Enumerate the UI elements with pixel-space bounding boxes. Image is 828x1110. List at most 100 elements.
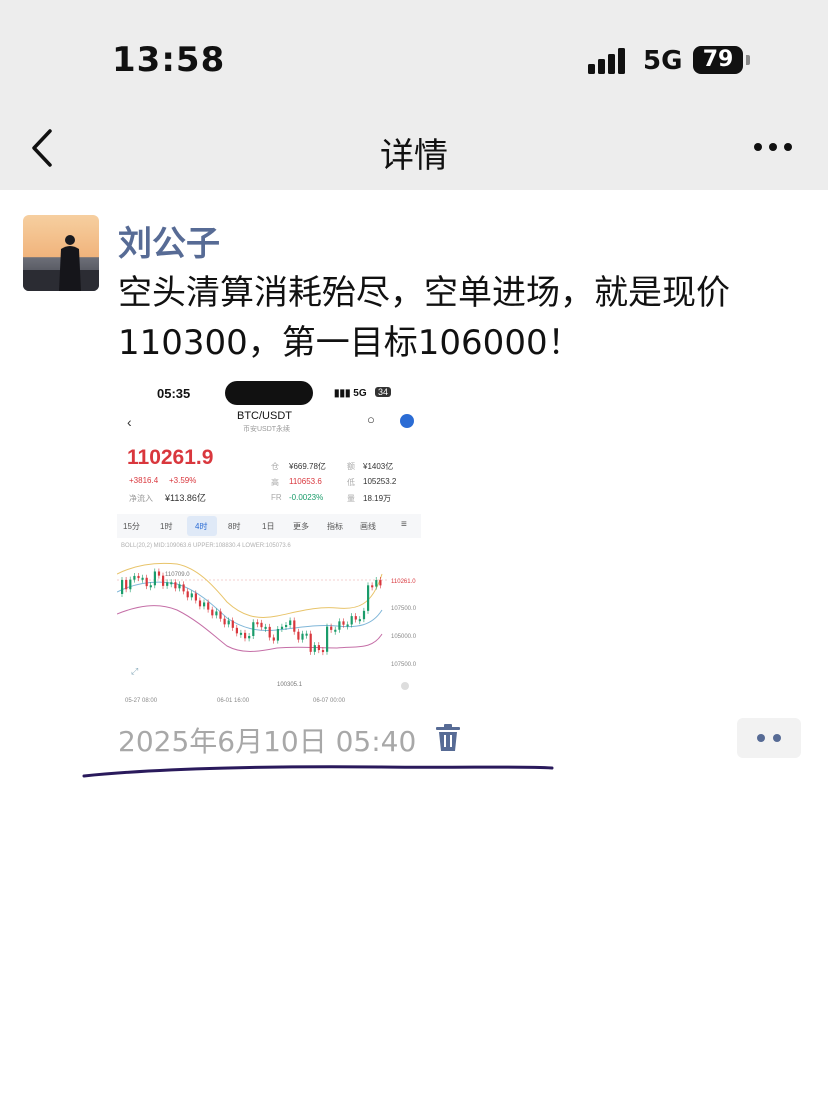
- candle-body: [174, 582, 177, 589]
- candle-body: [326, 626, 329, 652]
- candle-body: [190, 593, 193, 598]
- embedded-tab: 15分: [123, 522, 140, 531]
- candle-body: [194, 593, 197, 601]
- embedded-stat-label: 量: [347, 494, 355, 503]
- embedded-tab: 指标: [327, 522, 343, 531]
- embedded-change-pct: +3.59%: [169, 476, 197, 485]
- embedded-stat-value: 105253.2: [363, 477, 397, 486]
- candle-body: [272, 637, 275, 641]
- candle-body: [350, 616, 353, 625]
- battery-icon: 79: [693, 46, 743, 74]
- embedded-dynamic-island: [225, 381, 313, 405]
- candle-body: [186, 591, 189, 598]
- candle-body: [268, 626, 271, 638]
- candle-body: [280, 626, 284, 629]
- embedded-tab: 更多: [293, 522, 309, 531]
- embedded-expand-icon: ⤢: [130, 666, 138, 676]
- embedded-stat-value: -0.0023%: [289, 493, 324, 502]
- comment-more-button[interactable]: [737, 718, 801, 758]
- candle-body: [178, 584, 181, 589]
- avatar[interactable]: [23, 215, 99, 291]
- candle-body: [157, 571, 161, 576]
- candle-body: [264, 626, 267, 629]
- candle-body: [235, 627, 238, 634]
- candle-body: [260, 622, 263, 628]
- candle-body: [211, 609, 214, 616]
- candle-body: [149, 585, 152, 588]
- post-image[interactable]: 05:35 ▮▮▮ 5G 34 ‹ BTC/USDT 币安USDT永续 ○ 11…: [117, 376, 421, 708]
- embedded-time: 05:35: [157, 386, 191, 401]
- embedded-back-icon: ‹: [127, 414, 132, 430]
- candle-body: [371, 585, 374, 588]
- candle-body: [203, 602, 206, 607]
- embedded-low-label: 100305.1: [277, 682, 303, 688]
- battery-tip: [746, 55, 750, 65]
- candle-body: [358, 619, 361, 622]
- embedded-date-label: 06-01 16:00: [217, 698, 250, 704]
- embedded-inflow-label: 净流入: [129, 494, 153, 503]
- embedded-subtitle: 币安USDT永续: [243, 426, 291, 433]
- candle-body: [342, 621, 345, 625]
- embedded-price: 110261.9: [127, 446, 214, 469]
- embedded-tab: 1日: [262, 522, 275, 531]
- candle-body: [354, 616, 357, 620]
- candle-body: [137, 575, 140, 579]
- candle-body: [223, 618, 226, 625]
- candle-body: [330, 626, 333, 630]
- candle-body: [289, 620, 292, 625]
- embedded-tab: 画线: [360, 522, 376, 531]
- candle-body: [121, 580, 124, 594]
- candle-body: [252, 622, 255, 636]
- embedded-stat-label: FR: [271, 493, 282, 502]
- embedded-date-label: 06-07 00:00: [313, 698, 346, 704]
- candle-body: [182, 584, 185, 592]
- embedded-high-label: 110709.0: [165, 572, 190, 578]
- candle-body: [141, 577, 144, 580]
- post-author[interactable]: 刘公子: [118, 216, 220, 265]
- candle-body: [379, 580, 382, 586]
- more-options-icon[interactable]: [752, 140, 794, 154]
- page-title: 详情: [380, 136, 448, 176]
- embedded-settings-icon: ≡: [401, 519, 407, 530]
- candle-body: [227, 620, 230, 625]
- candle-body: [198, 600, 202, 607]
- candle-body: [145, 577, 148, 587]
- embedded-stat-label: 高: [271, 478, 279, 487]
- embedded-stat-value: ¥1403亿: [363, 462, 394, 471]
- network-label: 5G: [643, 46, 683, 76]
- candle-body: [125, 580, 128, 590]
- embedded-inflow: ¥113.86亿: [165, 493, 206, 503]
- embedded-stat-label: 额: [347, 462, 355, 471]
- embedded-stat-value: 18.19万: [363, 494, 392, 503]
- candle-body: [305, 633, 308, 636]
- embedded-kline-chart: 110709.0 100305.1 110261.0 107500.0 1050…: [117, 562, 421, 704]
- embedded-axis-label: 107500.0: [391, 662, 417, 668]
- post-timestamp: 2025年6月10日 05:40: [118, 725, 417, 758]
- embedded-network: 5G: [353, 388, 367, 399]
- candle-body: [285, 624, 288, 627]
- embedded-avatar-icon: [400, 414, 414, 428]
- candle-body: [297, 631, 300, 640]
- embedded-stat-value: 110653.6: [289, 477, 322, 486]
- candle-body: [170, 582, 173, 585]
- candle-body: [317, 645, 320, 651]
- embedded-tab: 1时: [160, 522, 173, 531]
- signal-icon: [588, 48, 625, 74]
- embedded-change: +3816.4: [129, 476, 159, 485]
- trash-icon[interactable]: [435, 724, 461, 752]
- candle-body: [166, 582, 169, 586]
- candle-body: [248, 635, 251, 639]
- candle-body: [162, 575, 165, 586]
- embedded-tab-active: 4时: [195, 522, 208, 531]
- embedded-search-icon: ○: [367, 412, 375, 427]
- embedded-battery: 34: [375, 387, 392, 397]
- candle-body: [215, 611, 218, 616]
- candle-body: [338, 621, 341, 630]
- candle-body: [301, 633, 304, 640]
- candle-body: [219, 611, 222, 619]
- handwritten-underline: [82, 765, 554, 778]
- candle-body: [276, 628, 279, 641]
- embedded-date-label: 05-27 08:00: [125, 698, 158, 704]
- embedded-stat-value: ¥669.78亿: [289, 462, 326, 471]
- candle-body: [362, 610, 366, 620]
